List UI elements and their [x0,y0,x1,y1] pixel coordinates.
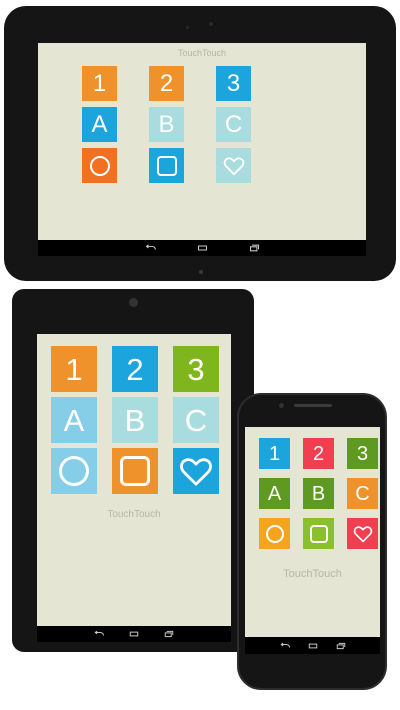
tile-square[interactable] [149,148,184,183]
tile-label: A [267,482,282,505]
tile-label: A [91,110,108,138]
front-camera-icon [186,26,189,29]
home-icon[interactable] [307,642,319,650]
tile-b[interactable]: B [149,107,184,142]
recent-apps-icon[interactable] [335,642,347,650]
app-title: TouchTouch [283,568,342,580]
tile-b[interactable]: B [112,397,158,443]
tile-3[interactable]: 3 [173,346,219,392]
large-tablet-device: TouchTouch 1 2 3 A B C [4,6,396,281]
circle-icon [265,524,284,543]
tile-label: 3 [226,69,241,97]
front-camera-icon [129,298,138,307]
tile-2[interactable]: 2 [303,438,334,469]
tile-c[interactable]: C [216,107,251,142]
circle-icon [89,155,110,176]
tile-square[interactable] [303,518,334,549]
large-tablet-screen: TouchTouch 1 2 3 A B C [38,43,366,240]
tile-2[interactable]: 2 [112,346,158,392]
phone-device: TouchTouch 1 2 3 A B C [237,393,387,690]
tile-square[interactable] [112,448,158,494]
tile-a[interactable]: A [82,107,117,142]
heart-icon [223,156,244,175]
tile-label: 3 [187,351,205,387]
tile-label: B [158,110,175,138]
tile-label: 1 [65,351,83,387]
front-camera-icon [279,403,284,408]
tile-label: 1 [92,69,107,97]
tile-a[interactable]: A [259,478,290,509]
tile-label: 2 [312,442,325,465]
app-title: TouchTouch [177,48,227,58]
tile-1[interactable]: 1 [259,438,290,469]
tile-circle[interactable] [259,518,290,549]
tile-label: 3 [356,442,369,465]
navigation-bar [37,626,231,642]
back-icon[interactable] [144,244,157,252]
tile-label: B [311,482,326,505]
tile-label: C [224,110,243,138]
tile-label: C [355,482,370,505]
back-icon[interactable] [279,642,291,650]
recent-apps-icon[interactable] [163,630,175,638]
navigation-bar [38,240,366,256]
tile-label: C [184,402,208,438]
tile-heart[interactable] [216,148,251,183]
tile-1[interactable]: 1 [51,346,97,392]
tile-label: A [63,402,85,438]
tile-circle[interactable] [82,148,117,183]
tile-label: 2 [126,351,144,387]
heart-icon [180,457,212,486]
square-icon [120,456,150,486]
tile-3[interactable]: 3 [347,438,378,469]
phone-screen: TouchTouch 1 2 3 A B C [245,427,380,637]
medium-tablet-device: TouchTouch 1 2 3 A B C [12,289,254,652]
heart-icon [353,525,372,542]
home-icon[interactable] [128,630,140,638]
tile-circle[interactable] [51,448,97,494]
tile-heart[interactable] [173,448,219,494]
tile-heart[interactable] [347,518,378,549]
square-icon [156,155,177,176]
square-icon [309,524,328,543]
medium-tablet-screen: TouchTouch 1 2 3 A B C [37,334,231,626]
recent-apps-icon[interactable] [248,244,261,252]
tile-label: 2 [159,69,174,97]
front-camera-icon [209,22,213,26]
tile-label: 1 [268,442,281,465]
tile-2[interactable]: 2 [149,66,184,101]
home-icon[interactable] [196,244,209,252]
circle-icon [59,456,89,486]
tile-label: B [124,402,146,438]
tile-a[interactable]: A [51,397,97,443]
app-title: TouchTouch [107,509,161,520]
tile-c[interactable]: C [173,397,219,443]
tile-b[interactable]: B [303,478,334,509]
speaker-grille [294,404,332,407]
back-icon[interactable] [93,630,105,638]
tile-c[interactable]: C [347,478,378,509]
sensor-icon [199,270,203,274]
navigation-bar [245,637,380,654]
tile-3[interactable]: 3 [216,66,251,101]
tile-1[interactable]: 1 [82,66,117,101]
